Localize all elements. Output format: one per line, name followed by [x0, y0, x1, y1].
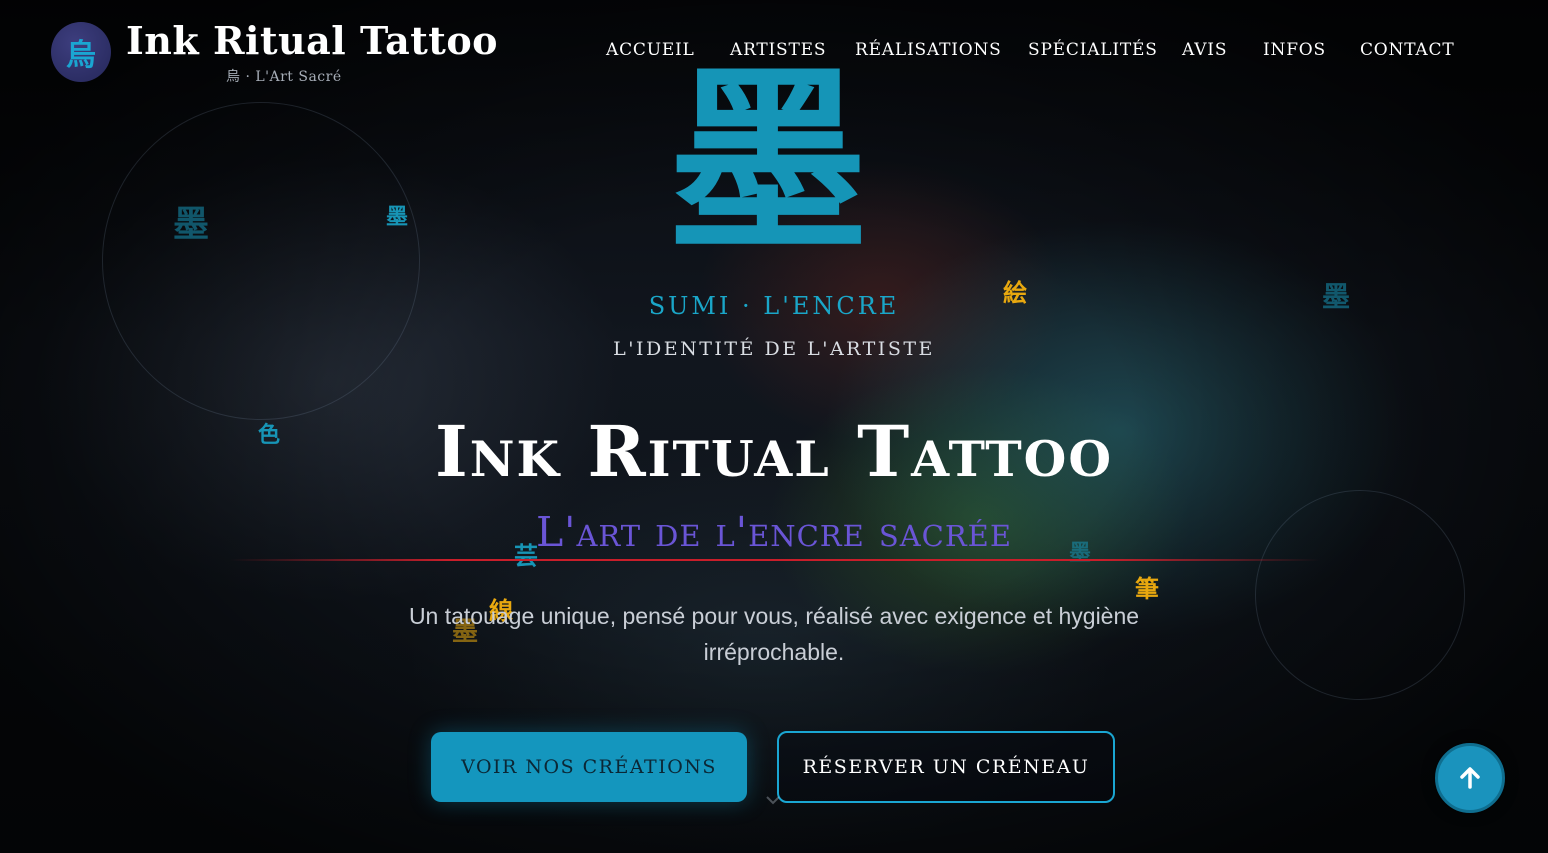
floating-glyph: 墨 — [386, 204, 409, 230]
nav-item-infos[interactable]: INFOS — [1263, 40, 1326, 60]
emblem-kanji: 墨 — [667, 44, 868, 279]
arrow-up-icon — [1460, 767, 1480, 789]
nav-item-avis[interactable]: AVIS — [1182, 40, 1227, 60]
hero-description: Un tatouage unique, pensé pour vous, réa… — [408, 603, 1140, 665]
hero-tagline: L'art de l'encre sacrée — [535, 508, 1013, 556]
decorative-ring — [102, 102, 420, 420]
nav-item-realisations[interactable]: RÉALISATIONS — [855, 40, 1002, 60]
view-creations-button[interactable]: VOIR NOS CRÉATIONS — [431, 732, 747, 802]
emblem-caption: SUMI · L'ENCRE — [648, 292, 900, 320]
main-nav: ACCUEIL ARTISTES RÉALISATIONS SPÉCIALITÉ… — [0, 40, 1548, 64]
nav-item-accueil[interactable]: ACCUEIL — [606, 40, 695, 60]
book-slot-button[interactable]: RÉSERVER UN CRÉNEAU — [777, 731, 1115, 803]
floating-glyph: 墨 — [173, 203, 210, 245]
hero-section: 墨 墨 色 絵 墨 芸 線 墨 墨 筆 墨 SUMI · L'ENCRE L'I… — [0, 0, 1548, 853]
nav-item-contact[interactable]: CONTACT — [1360, 40, 1454, 60]
hero-title: Ink Ritual Tattoo — [434, 410, 1114, 493]
chevron-down-icon[interactable] — [763, 790, 783, 810]
emblem-subcaption: L'IDENTITÉ DE L'ARTISTE — [613, 338, 935, 360]
back-to-top-button[interactable] — [1435, 743, 1505, 813]
nav-item-specialites[interactable]: SPÉCIALITÉS — [1028, 40, 1158, 60]
brand-subtitle: 烏 · L'Art Sacré — [226, 69, 342, 85]
nav-item-artistes[interactable]: ARTISTES — [730, 40, 826, 60]
divider — [230, 559, 1320, 561]
